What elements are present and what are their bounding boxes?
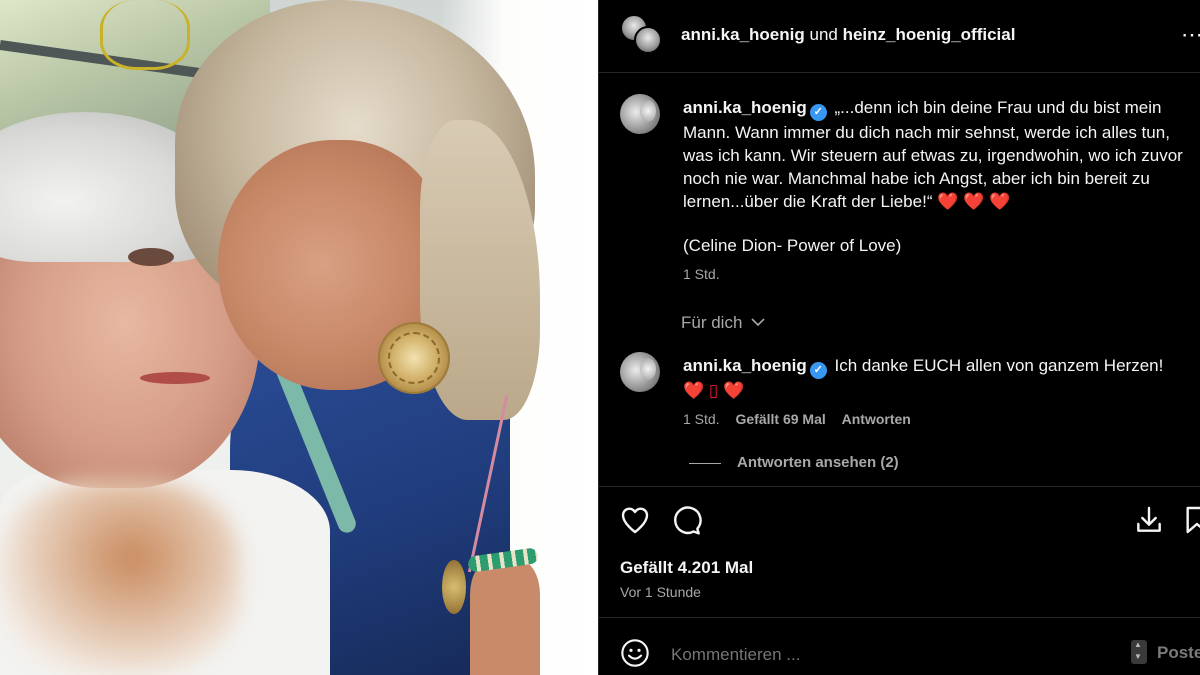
comment-username[interactable]: anni.ka_hoenig (683, 356, 807, 375)
man-eye (128, 248, 174, 266)
comment-input[interactable] (671, 645, 1131, 665)
pendant (442, 560, 466, 614)
earring-pattern (388, 332, 440, 384)
view-replies-button[interactable]: Antworten ansehen (2) (689, 454, 899, 471)
heart-icon[interactable] (619, 504, 651, 536)
bookmark-icon[interactable] (1181, 504, 1200, 536)
heart-emojis: ❤️ ❤️ ❤️ (937, 192, 1011, 211)
header-user-1[interactable]: anni.ka_hoenig (681, 25, 805, 44)
comment-avatar[interactable] (620, 352, 660, 392)
header-title: anni.ka_hoenig und heinz_hoenig_official (681, 25, 1015, 45)
post-likes[interactable]: Gefällt 4.201 Mal (620, 558, 753, 578)
caption-time[interactable]: 1 Std. (683, 266, 720, 282)
comment-icon[interactable] (670, 504, 702, 536)
for-you-dropdown[interactable]: Für dich (681, 313, 765, 333)
view-replies-label: Antworten ansehen (2) (737, 454, 899, 471)
emoji-icon[interactable] (619, 637, 651, 669)
scroll-stepper[interactable] (1131, 640, 1147, 664)
post-sidebar: anni.ka_hoenig und heinz_hoenig_official… (598, 0, 1200, 675)
caption: anni.ka_hoenig ✓ „...denn ich bin deine F… (683, 96, 1198, 213)
composer-divider (599, 617, 1200, 618)
comment: anni.ka_hoenig ✓ Ich danke EUCH allen von… (683, 354, 1198, 402)
comment-meta: 1 Std. Gefällt 69 Mal Antworten (683, 411, 923, 427)
heart-emojis: ❤️ ▯ ❤️ (683, 381, 745, 400)
comment-time[interactable]: 1 Std. (683, 411, 720, 427)
post-photo[interactable] (0, 0, 598, 675)
header-conjunction: und (809, 25, 838, 44)
comment-username[interactable]: anni.ka_hoenig (683, 98, 807, 117)
verified-icon: ✓ (809, 362, 827, 379)
caption-meta: 1 Std. (683, 266, 732, 282)
collab-avatar[interactable] (620, 14, 664, 56)
actions-divider (599, 486, 1200, 487)
more-icon[interactable]: ⋯ (1181, 22, 1200, 48)
arm (470, 560, 540, 675)
comment-text: Ich danke EUCH allen von ganzem Herzen! (834, 356, 1164, 375)
reply-button[interactable]: Antworten (842, 411, 911, 427)
post-button[interactable]: Posten (1157, 643, 1200, 663)
wire (100, 0, 190, 70)
chevron-down-icon (747, 313, 765, 332)
header-user-2[interactable]: heinz_hoenig_official (843, 25, 1016, 44)
man-mouth (140, 372, 210, 384)
blurred-area (0, 480, 240, 675)
for-you-label: Für dich (681, 313, 743, 332)
caption-extra: (Celine Dion- Power of Love) (683, 236, 902, 255)
divider (689, 462, 721, 464)
comment-likes[interactable]: Gefällt 69 Mal (735, 411, 825, 427)
avatar (634, 26, 662, 54)
verified-icon: ✓ (809, 104, 827, 121)
post-header: anni.ka_hoenig und heinz_hoenig_official… (599, 0, 1200, 73)
download-icon[interactable] (1133, 504, 1165, 536)
comment-avatar[interactable] (620, 94, 660, 134)
post-time[interactable]: Vor 1 Stunde (620, 584, 701, 600)
